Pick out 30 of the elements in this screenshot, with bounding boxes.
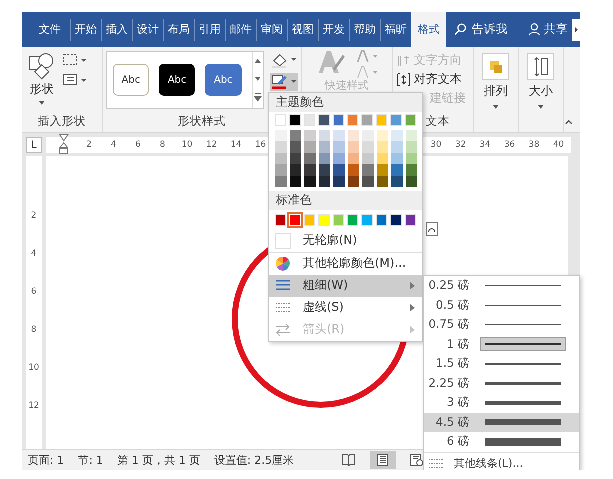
- ruler-number: 12: [28, 400, 40, 413]
- status-text: 第 1 页，共 1 页: [117, 452, 200, 468]
- ruler-number: 4: [31, 248, 37, 261]
- ruler-number: 16: [254, 140, 268, 150]
- ruler-number: 32: [454, 140, 468, 150]
- menu-section-header: 主题颜色: [269, 93, 422, 112]
- ruler-number: 36: [503, 140, 516, 150]
- menu-section-header: 标准色: [269, 191, 422, 210]
- ruler-number: 40: [552, 140, 566, 150]
- ruler-number: 6: [31, 286, 37, 299]
- status-text: 页面: 1: [28, 452, 64, 468]
- ruler-number: 2: [31, 210, 37, 223]
- ruler-number: 34: [478, 140, 492, 150]
- ruler-number: 10: [28, 362, 40, 375]
- ruler-number: 30: [430, 140, 443, 150]
- ruler-number: 14: [230, 140, 243, 150]
- ruler-number: 10: [180, 140, 194, 150]
- ruler-number: 4: [110, 140, 118, 150]
- ruler-number: 6: [134, 140, 142, 150]
- group-label: 形状样式: [178, 114, 226, 130]
- ruler-number: 8: [159, 140, 166, 150]
- ruler-number: 2: [86, 140, 93, 150]
- ruler-number: 12: [205, 140, 218, 150]
- quick-styles-label: 快速样式: [325, 79, 369, 92]
- status-text: 节: 1: [78, 452, 104, 468]
- status-text: 设置值: 2.5厘米: [214, 452, 294, 468]
- group-label: 插入形状: [38, 114, 86, 130]
- group-label: 文本: [426, 114, 450, 130]
- ruler-number: 38: [528, 140, 541, 150]
- ruler-number: 8: [31, 324, 37, 337]
